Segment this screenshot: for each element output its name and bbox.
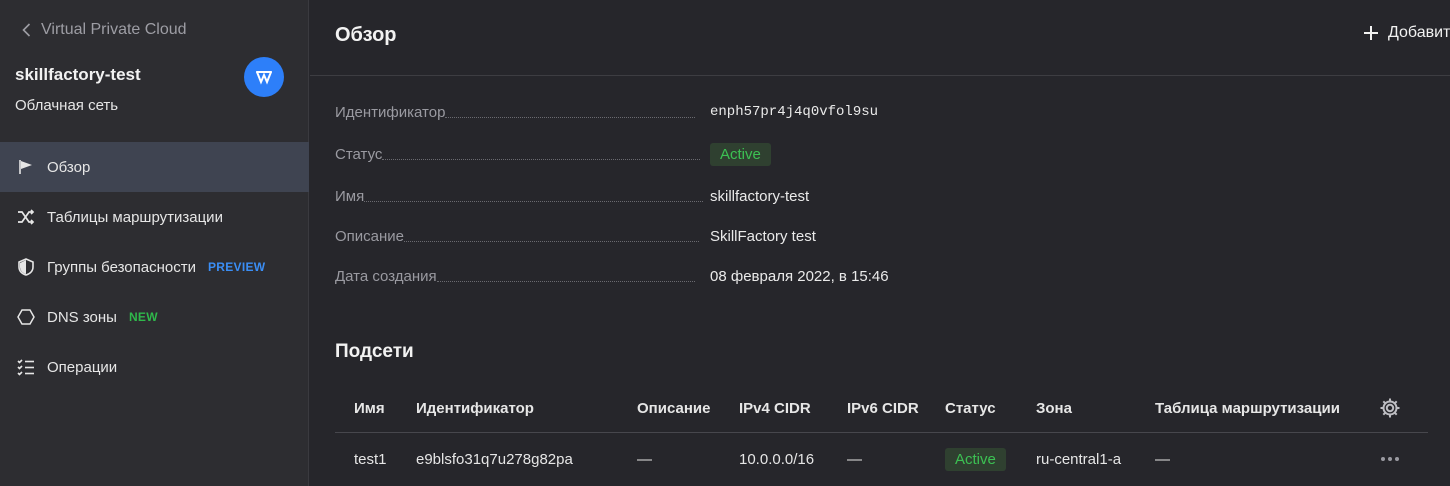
property-value: skillfactory-test (710, 187, 810, 205)
back-link[interactable]: Virtual Private Cloud (17, 20, 187, 40)
shuffle-icon (15, 206, 37, 228)
add-button[interactable]: Добавить (1362, 24, 1450, 42)
property-id: Идентификатор enph57pr4j4q0vfol9su (335, 100, 1035, 124)
sidebar-item-label: Обзор (47, 158, 91, 176)
project-name: skillfactory-test (15, 65, 141, 84)
preview-badge: PREVIEW (207, 260, 266, 274)
sidebar-item-label: Таблицы маршрутизации (47, 208, 223, 226)
table-cell: e9blsfo31q7u278g82pa (416, 450, 573, 468)
property-status: Статус Active (335, 142, 1035, 166)
main-content: Обзор Добавить Идентификатор enph57pr4j4… (310, 0, 1450, 486)
gear-icon[interactable] (1378, 396, 1402, 420)
column-header[interactable]: Зона (1036, 385, 1072, 432)
dotted-leader (364, 200, 704, 202)
new-badge: NEW (128, 310, 158, 324)
table-cell: ru-central1-a (1036, 450, 1122, 468)
sidebar-item-route-tables[interactable]: Таблицы маршрутизации (0, 192, 309, 242)
property-created: Дата создания 08 февраля 2022, в 15:46 (335, 264, 1035, 288)
column-header[interactable]: IPv4 CIDR (739, 385, 811, 432)
property-value: enph57pr4j4q0vfol9su (710, 104, 879, 120)
dotted-leader (404, 240, 700, 242)
status-badge: Active (710, 142, 771, 166)
property-label: Описание (335, 227, 405, 245)
shield-icon (15, 256, 37, 278)
column-header[interactable]: Идентификатор (416, 385, 534, 432)
flag-icon (15, 156, 37, 178)
table-cell: Active (945, 433, 1006, 485)
dotted-leader (445, 116, 696, 118)
property-label: Идентификатор (335, 103, 446, 121)
sidebar-item-label: DNS зоны (47, 308, 117, 326)
sidebar-nav: Обзор Таблицы маршрутизации Группы безоп… (0, 142, 309, 392)
subnets-title: Подсети (335, 341, 414, 362)
column-header[interactable]: Таблица маршрутизации (1155, 385, 1340, 432)
add-button-label: Добавить (1388, 24, 1450, 41)
property-value: SkillFactory test (710, 227, 816, 245)
property-description: Описание SkillFactory test (335, 224, 1035, 248)
table-row[interactable]: test1 e9blsfo31q7u278g82pa — 10.0.0.0/16… (335, 433, 1428, 485)
table-cell: — (847, 450, 862, 468)
property-value: 08 февраля 2022, в 15:46 (710, 267, 889, 285)
hexagon-icon (15, 306, 37, 328)
column-header[interactable]: IPv6 CIDR (847, 385, 919, 432)
sidebar-item-security-groups[interactable]: Группы безопасности PREVIEW (0, 242, 309, 292)
property-label: Имя (335, 187, 365, 205)
checklist-icon (15, 356, 37, 378)
plus-icon (1364, 26, 1378, 40)
property-name: Имя skillfactory-test (335, 184, 1035, 208)
sidebar-item-overview[interactable]: Обзор (0, 142, 309, 192)
column-header[interactable]: Описание (637, 385, 710, 432)
dotted-leader (436, 280, 695, 282)
chevron-left-icon (22, 23, 31, 37)
more-actions-icon[interactable] (1378, 447, 1402, 471)
column-header[interactable]: Имя (354, 385, 385, 432)
network-service-icon (244, 57, 284, 97)
project-subtitle: Облачная сеть (15, 97, 119, 114)
page-title: Обзор (335, 24, 397, 46)
dotted-leader (382, 158, 701, 160)
status-badge: Active (945, 447, 1006, 471)
table-cell: 10.0.0.0/16 (739, 450, 815, 468)
table-cell: test1 (354, 450, 387, 468)
back-link-label: Virtual Private Cloud (41, 21, 187, 38)
sidebar-item-operations[interactable]: Операции (0, 342, 309, 392)
property-label: Дата создания (335, 267, 437, 285)
sidebar-item-dns-zones[interactable]: DNS зоны NEW (0, 292, 309, 342)
header-divider (310, 75, 1450, 76)
table-header: Имя Идентификатор Описание IPv4 CIDR IPv… (335, 385, 1428, 433)
table-cell: — (637, 450, 652, 468)
sidebar-item-label: Операции (47, 358, 118, 376)
property-value: Active (710, 142, 771, 166)
subnets-table: Имя Идентификатор Описание IPv4 CIDR IPv… (335, 385, 1428, 485)
property-label: Статус (335, 145, 383, 163)
column-header[interactable]: Статус (945, 385, 996, 432)
sidebar: Virtual Private Cloud skillfactory-test … (0, 0, 309, 486)
table-cell: — (1155, 450, 1170, 468)
sidebar-item-label: Группы безопасности (47, 258, 196, 276)
